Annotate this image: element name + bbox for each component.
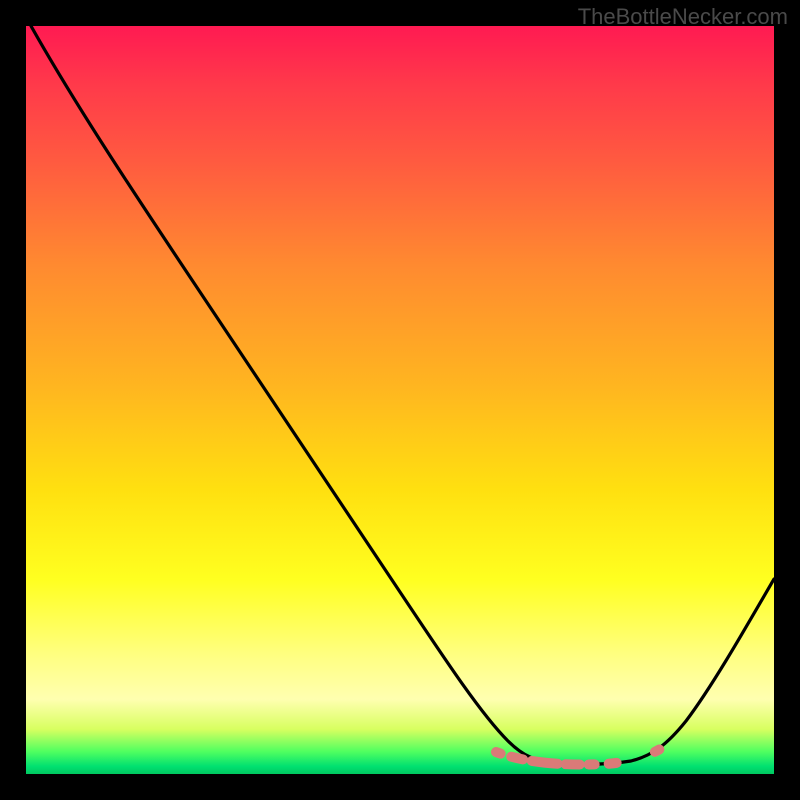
bottleneck-curve [31,26,774,764]
plot-area [26,26,774,774]
curve-layer [26,26,774,774]
chart-frame: TheBottleNecker.com [0,0,800,800]
valley-markers [496,744,668,765]
watermark-text: TheBottleNecker.com [578,4,788,30]
